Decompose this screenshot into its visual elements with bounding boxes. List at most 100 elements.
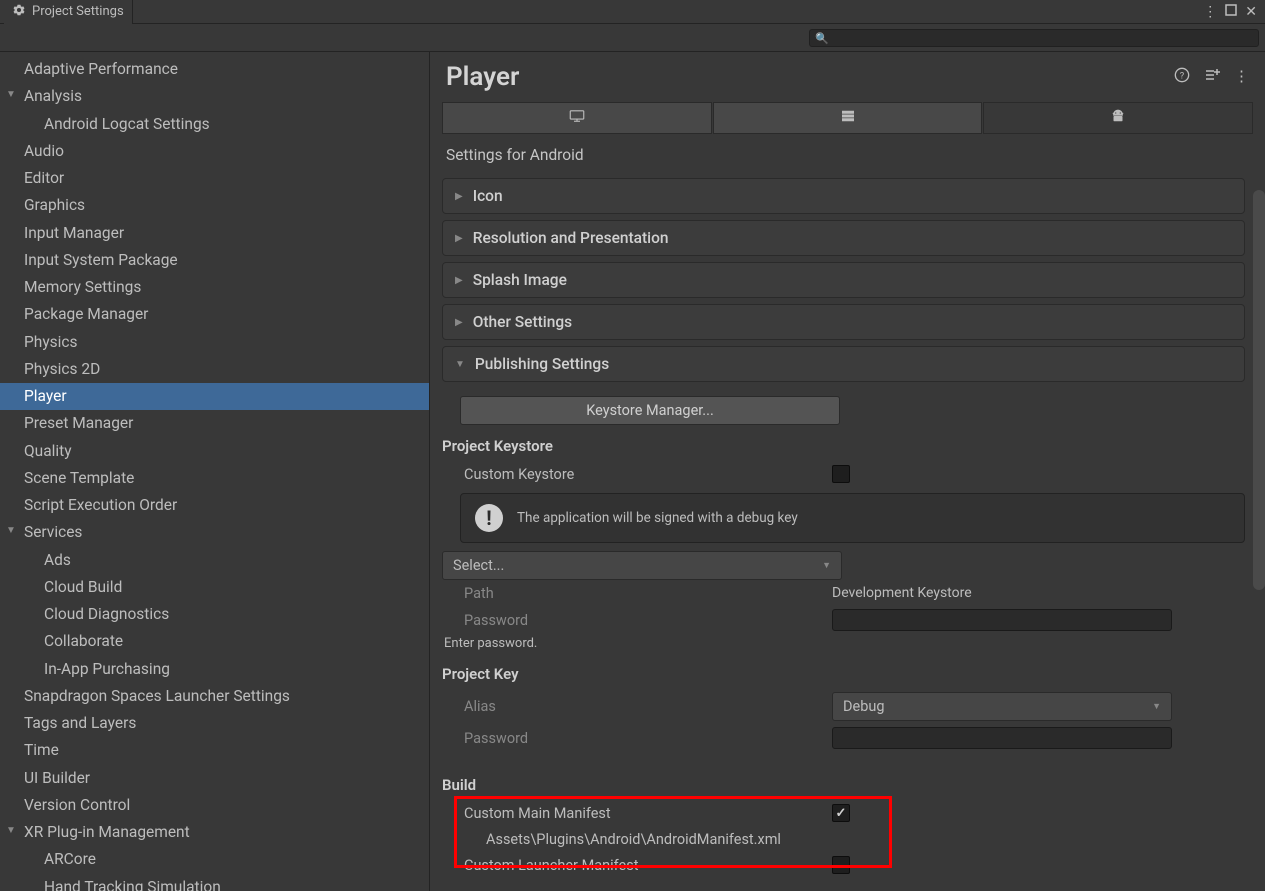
- keystore-select-dropdown[interactable]: Select... ▼: [442, 551, 842, 580]
- keystore-manager-button[interactable]: Keystore Manager...: [460, 396, 840, 425]
- custom-keystore-checkbox[interactable]: [832, 465, 850, 483]
- foldout-icon[interactable]: ▶Icon: [442, 178, 1245, 214]
- enter-password-hint: Enter password.: [442, 634, 1245, 661]
- sidebar-item-label: Graphics: [24, 196, 85, 214]
- keystore-password-field[interactable]: [832, 609, 1172, 631]
- foldout-splash[interactable]: ▶Splash Image: [442, 262, 1245, 298]
- alias-dropdown[interactable]: Debug ▼: [832, 692, 1172, 721]
- maximize-icon[interactable]: [1225, 4, 1237, 20]
- sidebar-item-label: Snapdragon Spaces Launcher Settings: [24, 687, 290, 705]
- sidebar-item-hand-tracking-simulation[interactable]: Hand Tracking Simulation: [0, 874, 429, 891]
- alias-label: Alias: [442, 698, 832, 715]
- sidebar-item-label: Physics: [24, 333, 78, 351]
- path-label: Path: [442, 585, 832, 602]
- sidebar-item-android-logcat-settings[interactable]: Android Logcat Settings: [0, 111, 429, 138]
- window-tab[interactable]: Project Settings: [4, 0, 133, 24]
- sidebar-item-input-manager[interactable]: Input Manager: [0, 220, 429, 247]
- sidebar-item-snapdragon-spaces-launcher-settings[interactable]: Snapdragon Spaces Launcher Settings: [0, 683, 429, 710]
- sidebar-item-xr-plug-in-management[interactable]: ▼ XR Plug-in Management: [0, 819, 429, 846]
- sidebar-item-label: Script Execution Order: [24, 496, 177, 514]
- custom-launcher-manifest-checkbox[interactable]: [832, 856, 850, 874]
- sidebar-item-label: Analysis: [24, 87, 82, 105]
- sidebar-item-label: Input System Package: [24, 251, 178, 269]
- path-value: Development Keystore: [832, 585, 972, 601]
- sidebar-item-collaborate[interactable]: Collaborate: [0, 628, 429, 655]
- sidebar-item-label: Physics 2D: [24, 360, 100, 378]
- menu-icon[interactable]: ⋮: [1203, 4, 1217, 20]
- platform-tab-server[interactable]: [713, 102, 983, 134]
- sidebar-item-ui-builder[interactable]: UI Builder: [0, 765, 429, 792]
- platform-tab-android[interactable]: [983, 102, 1253, 134]
- sidebar-item-label: Hand Tracking Simulation: [44, 878, 221, 891]
- sidebar-item-editor[interactable]: Editor: [0, 165, 429, 192]
- search-input[interactable]: [809, 29, 1259, 47]
- sidebar-item-label: Version Control: [24, 796, 130, 814]
- sidebar-item-cloud-diagnostics[interactable]: Cloud Diagnostics: [0, 601, 429, 628]
- foldout-resolution[interactable]: ▶Resolution and Presentation: [442, 220, 1245, 256]
- custom-main-manifest-checkbox[interactable]: [832, 804, 850, 822]
- sidebar-item-services[interactable]: ▼Services: [0, 519, 429, 546]
- chevron-down-icon: ▼: [1152, 701, 1161, 712]
- sidebar-item-label: Adaptive Performance: [24, 60, 178, 78]
- help-icon[interactable]: ?: [1174, 67, 1190, 87]
- sidebar-item-audio[interactable]: Audio: [0, 138, 429, 165]
- gear-icon: [12, 3, 26, 21]
- sidebar-item-cloud-build[interactable]: Cloud Build: [0, 574, 429, 601]
- sidebar-item-time[interactable]: Time: [0, 737, 429, 764]
- sidebar-item-tags-and-layers[interactable]: Tags and Layers: [0, 710, 429, 737]
- sidebar-item-label: Preset Manager: [24, 414, 133, 432]
- preset-icon[interactable]: [1204, 67, 1220, 87]
- sidebar-item-label: Tags and Layers: [24, 714, 136, 732]
- sidebar-item-label: In-App Purchasing: [44, 660, 170, 678]
- titlebar: Project Settings ⋮ ✕: [0, 0, 1265, 24]
- platform-tab-standalone[interactable]: [442, 102, 712, 134]
- close-icon[interactable]: ✕: [1245, 4, 1257, 20]
- info-message: The application will be signed with a de…: [517, 510, 798, 526]
- sidebar-item-label: Package Manager: [24, 305, 148, 323]
- sidebar-item-label: Cloud Diagnostics: [44, 605, 169, 623]
- sidebar-item-adaptive-performance[interactable]: Adaptive Performance: [0, 56, 429, 83]
- sidebar-item-label: Quality: [24, 442, 72, 460]
- chevron-right-icon: ▶: [455, 275, 463, 286]
- sidebar-item-version-control[interactable]: Version Control: [0, 792, 429, 819]
- sidebar-item-physics[interactable]: Physics: [0, 329, 429, 356]
- sidebar-item-input-system-package[interactable]: Input System Package: [0, 247, 429, 274]
- sidebar-item-script-execution-order[interactable]: Script Execution Order: [0, 492, 429, 519]
- sidebar-item-label: Player: [24, 387, 67, 405]
- svg-text:?: ?: [1180, 70, 1185, 81]
- sidebar-item-label: Android Logcat Settings: [44, 115, 210, 133]
- chevron-down-icon: ▼: [6, 823, 16, 838]
- scrollbar[interactable]: [1253, 190, 1265, 590]
- sidebar-item-label: XR Plug-in Management: [24, 823, 190, 841]
- sidebar-item-in-app-purchasing[interactable]: In-App Purchasing: [0, 656, 429, 683]
- sidebar-item-player[interactable]: Player: [0, 383, 429, 410]
- chevron-right-icon: ▶: [455, 233, 463, 244]
- sidebar-item-package-manager[interactable]: Package Manager: [0, 301, 429, 328]
- page-title: Player: [446, 62, 519, 92]
- sidebar-item-preset-manager[interactable]: Preset Manager: [0, 410, 429, 437]
- sidebar-item-label: Cloud Build: [44, 578, 122, 596]
- foldout-publishing[interactable]: ▼Publishing Settings: [442, 346, 1245, 382]
- sidebar-item-graphics[interactable]: Graphics: [0, 192, 429, 219]
- search-icon: 🔍: [815, 32, 829, 45]
- foldout-other[interactable]: ▶Other Settings: [442, 304, 1245, 340]
- sidebar-item-label: Input Manager: [24, 224, 124, 242]
- info-box: ! The application will be signed with a …: [460, 493, 1245, 543]
- key-password-field[interactable]: [832, 727, 1172, 749]
- settings-scroll: Settings for Android ▶Icon ▶Resolution a…: [430, 140, 1265, 891]
- sidebar-item-ads[interactable]: Ads: [0, 547, 429, 574]
- sidebar-item-scene-template[interactable]: Scene Template: [0, 465, 429, 492]
- more-icon[interactable]: ⋮: [1234, 67, 1249, 87]
- sidebar-item-analysis[interactable]: ▼Analysis: [0, 83, 429, 110]
- sidebar-item-label: Audio: [24, 142, 64, 160]
- sidebar-item-quality[interactable]: Quality: [0, 438, 429, 465]
- key-password-label: Password: [442, 730, 832, 747]
- sidebar-item-arcore[interactable]: ARCore: [0, 846, 429, 873]
- sidebar-item-label: Scene Template: [24, 469, 134, 487]
- project-key-header: Project Key: [442, 661, 1245, 689]
- searchbar: 🔍: [0, 24, 1265, 52]
- build-header: Build: [442, 772, 1245, 800]
- sidebar-item-memory-settings[interactable]: Memory Settings: [0, 274, 429, 301]
- custom-main-manifest-label: Custom Main Manifest: [442, 805, 832, 822]
- sidebar-item-physics-2d[interactable]: Physics 2D: [0, 356, 429, 383]
